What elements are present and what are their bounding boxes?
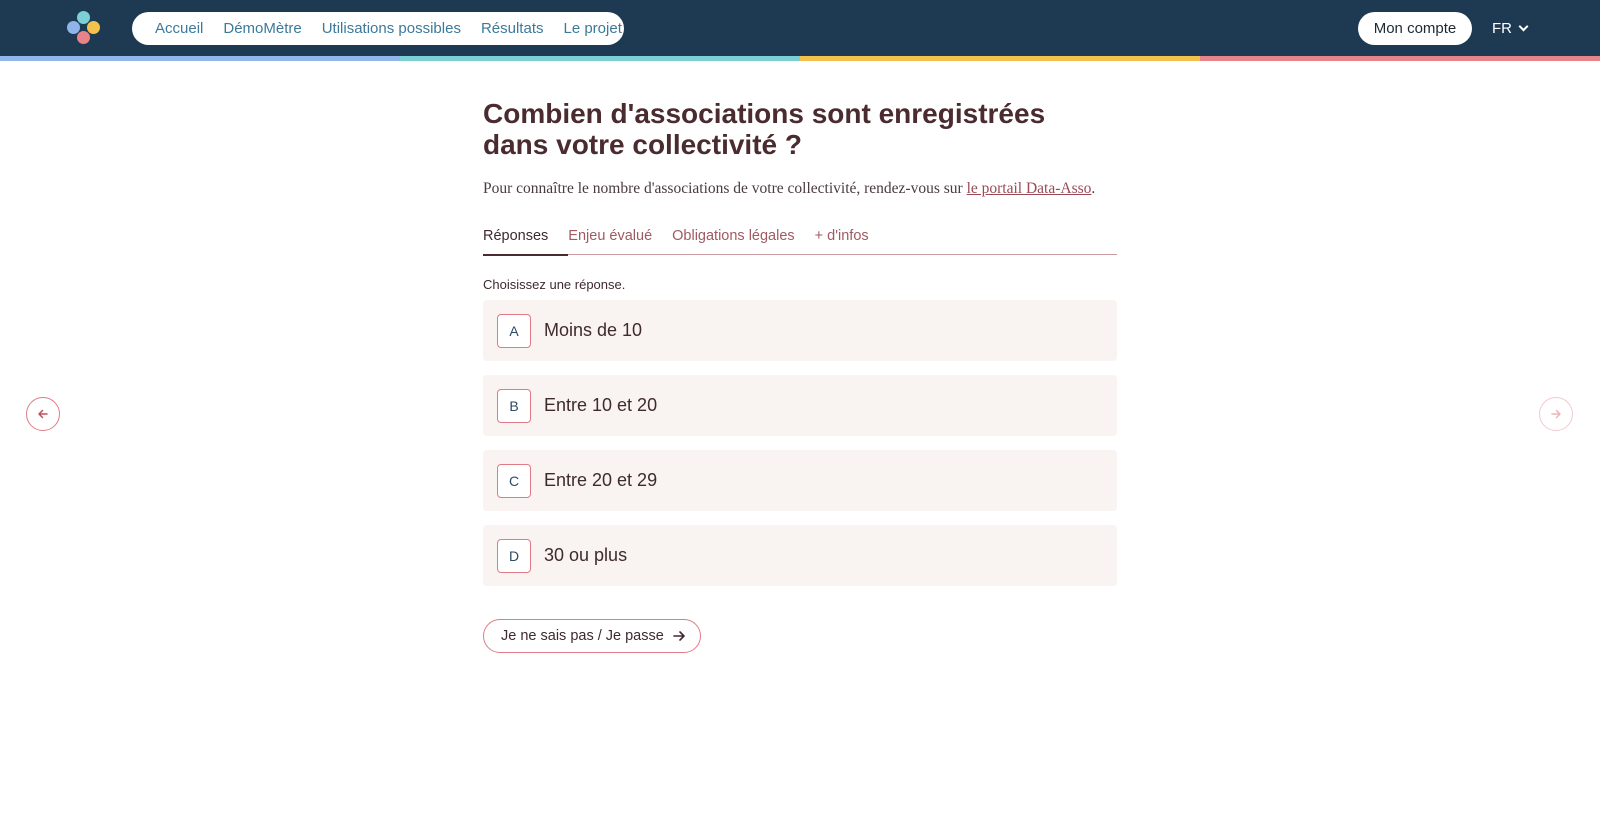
top-navigation-bar: Accueil DémoMètre Utilisations possibles… — [0, 0, 1600, 56]
answer-prompt: Choisissez une réponse. — [483, 277, 626, 292]
question-tabs: Réponses Enjeu évalué Obligations légale… — [483, 226, 1117, 256]
tab-obligations-legales[interactable]: Obligations légales — [672, 226, 815, 255]
stripe-segment — [0, 56, 400, 61]
tab-enjeu-evalue[interactable]: Enjeu évalué — [568, 226, 672, 255]
logo[interactable] — [66, 10, 102, 46]
nav-link-accueil[interactable]: Accueil — [155, 20, 203, 37]
stripe-segment — [1200, 56, 1600, 61]
nav-link-resultats[interactable]: Résultats — [481, 20, 544, 37]
chevron-down-icon — [1518, 21, 1529, 32]
arrow-right-icon — [673, 631, 685, 641]
nav-link-utilisations[interactable]: Utilisations possibles — [322, 20, 461, 37]
language-label: FR — [1492, 20, 1512, 37]
option-letter: D — [497, 538, 531, 573]
question-panel: Combien d'associations sont enregistrées… — [483, 98, 1117, 653]
option-label: Entre 20 et 29 — [544, 470, 658, 490]
nav-link-le-projet[interactable]: Le projet — [563, 20, 621, 37]
next-question-button[interactable] — [1539, 397, 1573, 431]
skip-label: Je ne sais pas / Je passe — [501, 628, 664, 644]
answer-option-d[interactable]: D 30 ou plus — [483, 525, 1117, 586]
answer-option-a[interactable]: A Moins de 10 — [483, 300, 1117, 361]
logo-dot — [77, 31, 90, 44]
tab-reponses[interactable]: Réponses — [483, 226, 569, 256]
option-letter: C — [497, 463, 531, 498]
option-label: Moins de 10 — [544, 320, 643, 340]
arrow-left-icon — [38, 409, 48, 419]
option-label: 30 ou plus — [544, 545, 628, 565]
main-nav: Accueil DémoMètre Utilisations possibles… — [132, 12, 624, 45]
previous-question-button[interactable] — [26, 397, 60, 431]
answer-option-c[interactable]: C Entre 20 et 29 — [483, 450, 1117, 511]
option-letter: B — [497, 388, 531, 423]
answer-option-b[interactable]: B Entre 10 et 20 — [483, 375, 1117, 436]
stripe-segment — [400, 56, 800, 61]
intro-end: . — [1091, 180, 1096, 197]
question-intro: Pour connaître le nombre d'associations … — [483, 180, 1117, 198]
option-label: Entre 10 et 20 — [544, 395, 658, 415]
arrow-right-icon — [1551, 409, 1561, 419]
tab-plus-d-infos[interactable]: + d'infos — [815, 226, 889, 255]
stripe-segment — [800, 56, 1200, 61]
question-title: Combien d'associations sont enregistrées… — [483, 98, 1046, 160]
language-selector[interactable]: FR — [1492, 12, 1529, 45]
skip-button[interactable]: Je ne sais pas / Je passe — [483, 619, 701, 653]
answer-options: A Moins de 10 B Entre 10 et 20 C Entre 2… — [483, 300, 1117, 586]
data-asso-link[interactable]: le portail Data-Asso — [967, 180, 1092, 197]
intro-text: Pour connaître le nombre d'associations … — [483, 180, 967, 197]
account-button[interactable]: Mon compte — [1358, 12, 1472, 45]
option-letter: A — [497, 313, 531, 348]
color-stripe — [0, 56, 1600, 61]
nav-link-demometre[interactable]: DémoMètre — [223, 20, 301, 37]
logo-dot — [87, 21, 100, 34]
